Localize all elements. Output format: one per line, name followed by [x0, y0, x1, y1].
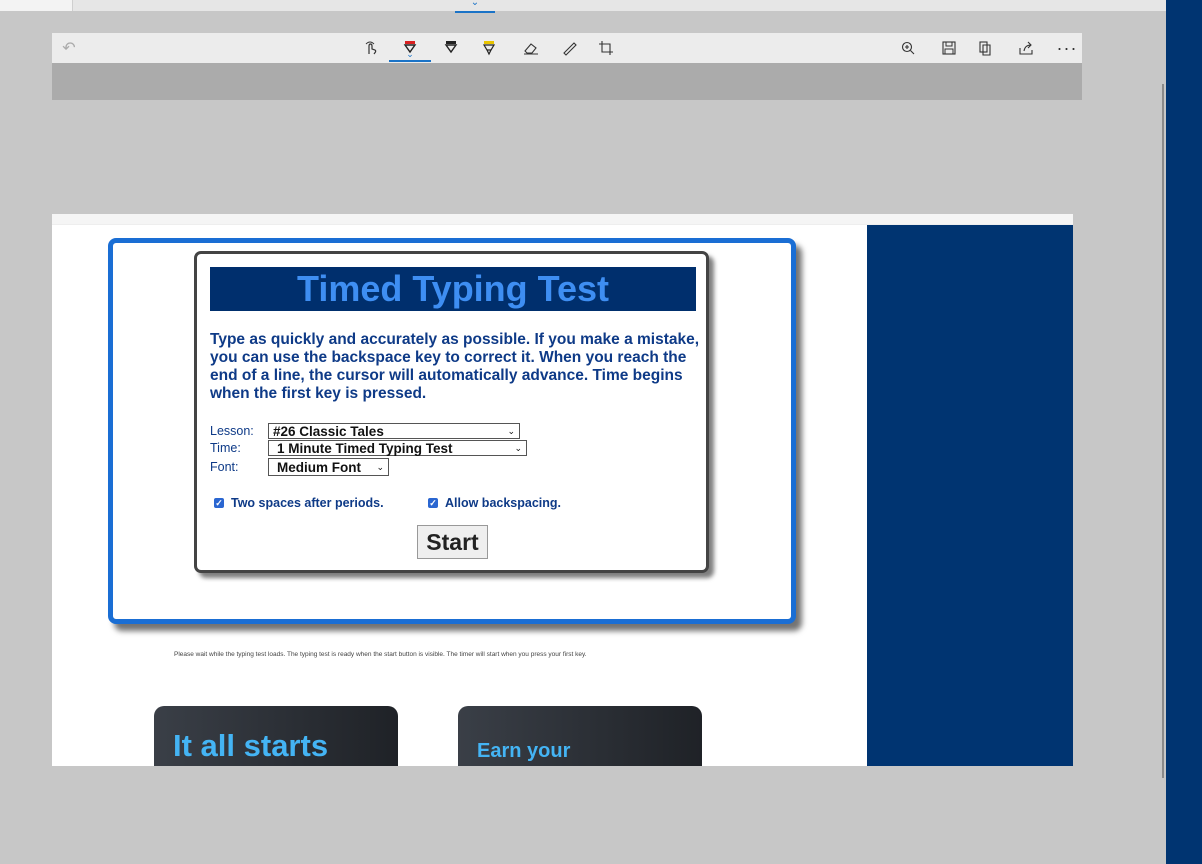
loading-note: Please wait while the typing test loads.…	[174, 651, 587, 658]
black-pen-icon[interactable]	[438, 33, 464, 63]
time-label: Time:	[210, 441, 241, 455]
typing-test-frame: Timed Typing Test Type as quickly and ac…	[108, 238, 796, 624]
promo-card-text: Earn your	[477, 740, 571, 762]
pen-options-chevron-icon[interactable]: ⌄	[406, 49, 414, 60]
start-button[interactable]: Start	[417, 525, 488, 559]
two-spaces-checkbox[interactable]: ✓	[214, 498, 224, 508]
time-select-value: 1 Minute Timed Typing Test	[277, 441, 453, 456]
chevron-down-icon: ⌄	[376, 462, 384, 472]
scrollbar[interactable]	[1162, 84, 1164, 778]
collapse-toolbar-icon[interactable]: ⌄	[455, 0, 495, 13]
typing-test-card: Timed Typing Test Type as quickly and ac…	[194, 251, 709, 573]
highlighter-icon[interactable]	[476, 33, 502, 63]
two-spaces-label: Two spaces after periods.	[231, 496, 384, 510]
save-icon[interactable]	[936, 33, 962, 63]
allow-backspacing-option[interactable]: ✓ Allow backspacing.	[428, 496, 561, 510]
lesson-select-value: #26 Classic Tales	[273, 424, 384, 439]
allow-backspacing-checkbox[interactable]: ✓	[428, 498, 438, 508]
page-separator	[52, 63, 1082, 100]
instructions-text: Type as quickly and accurately as possib…	[210, 331, 700, 402]
time-select[interactable]: 1 Minute Timed Typing Test ⌄	[268, 440, 527, 456]
browser-tab-strip: ⌄	[0, 0, 1166, 13]
pdf-annotation-toolbar: ↶ ⌄ ···	[52, 33, 1082, 63]
undo-icon[interactable]: ↶	[56, 33, 82, 63]
sidebar-ad-panel	[867, 225, 1073, 766]
lesson-select[interactable]: #26 Classic Tales ⌄	[268, 423, 520, 439]
chevron-down-icon: ⌄	[507, 426, 515, 436]
crop-icon[interactable]	[593, 33, 619, 63]
font-label: Font:	[210, 460, 239, 474]
page-title: Timed Typing Test	[210, 267, 696, 311]
eraser-icon[interactable]	[518, 33, 544, 63]
more-icon[interactable]: ···	[1054, 33, 1080, 63]
pdf-page: Timed Typing Test Type as quickly and ac…	[52, 214, 1073, 766]
page-header-band	[52, 214, 1073, 225]
red-pen-icon[interactable]: ⌄	[389, 33, 431, 63]
promo-card-text: It all starts	[173, 728, 329, 763]
font-select[interactable]: Medium Font ⌄	[268, 458, 389, 476]
zoom-in-icon[interactable]	[895, 33, 921, 63]
chevron-down-icon: ⌄	[514, 443, 522, 453]
font-select-value: Medium Font	[277, 460, 361, 475]
two-spaces-option[interactable]: ✓ Two spaces after periods.	[214, 496, 384, 510]
share-icon[interactable]	[1013, 33, 1039, 63]
copy-icon[interactable]	[972, 33, 998, 63]
browser-tab[interactable]	[0, 0, 73, 11]
lesson-label: Lesson:	[210, 424, 254, 438]
allow-backspacing-label: Allow backspacing.	[445, 496, 562, 510]
right-side-panel	[1166, 0, 1202, 864]
promo-card[interactable]: Earn your	[458, 706, 702, 766]
touch-draw-icon[interactable]	[358, 33, 384, 63]
ruler-icon[interactable]	[556, 33, 582, 63]
promo-card[interactable]: It all starts	[154, 706, 398, 766]
